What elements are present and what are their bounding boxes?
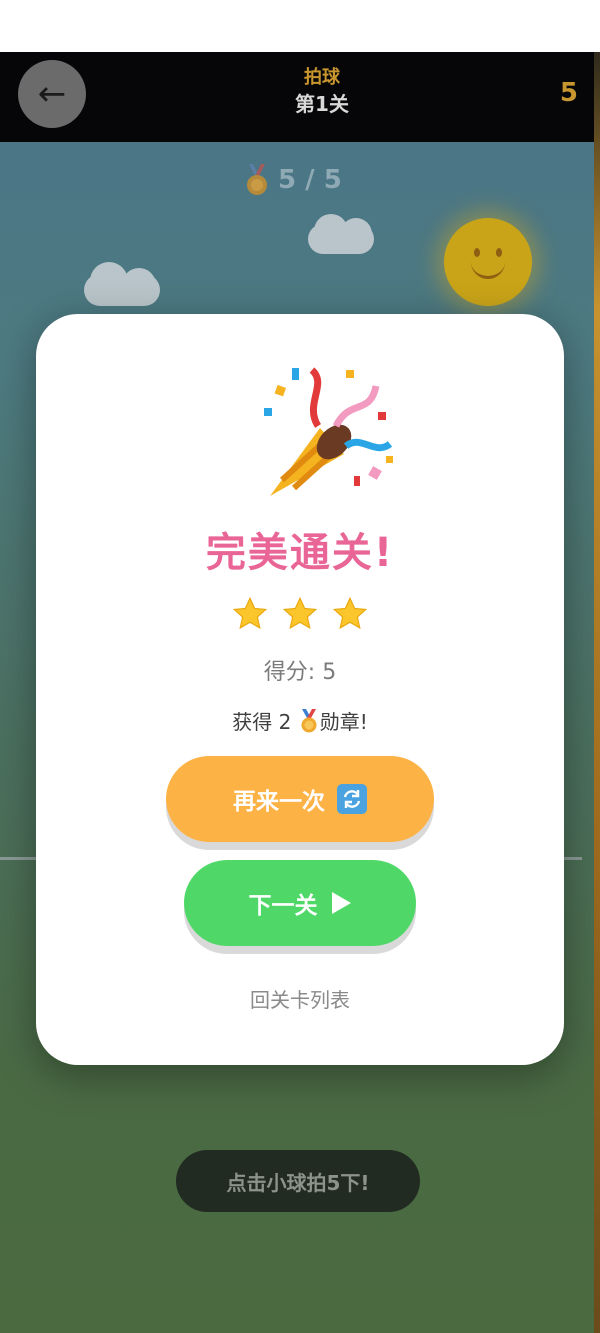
level-complete-dialog: 完美通关! 得分: 5 获得 2 勋章! 再来一次 下一关 回关卡列表 (36, 314, 564, 1065)
star-rating (232, 596, 368, 632)
cloud (308, 214, 374, 254)
party-popper-icon (264, 367, 393, 496)
smiling-sun-icon (444, 218, 532, 306)
retry-label: 再来一次 (233, 789, 325, 815)
header-score: 5 (559, 78, 578, 108)
screen-edge (594, 52, 600, 1333)
game-header: ← 拍球 第1关 5 (0, 52, 594, 142)
medal-suffix: 勋章! (319, 710, 368, 734)
instruction-hint: 点击小球拍5下! (176, 1150, 420, 1212)
cloud (84, 262, 160, 306)
retry-button[interactable]: 再来一次 (166, 756, 434, 842)
back-to-level-list-link[interactable]: 回关卡列表 (36, 984, 564, 1013)
medal-icon (301, 709, 317, 733)
result-title: 完美通关! (205, 530, 395, 576)
star-icon (282, 596, 318, 630)
back-button[interactable]: ← (18, 60, 86, 128)
progress-text: 5 / 5 (278, 165, 342, 195)
next-level-button[interactable]: 下一关 (184, 860, 416, 946)
medal-icon (247, 164, 267, 195)
medal-prefix: 获得 2 (232, 710, 298, 734)
game-name: 拍球 (304, 67, 340, 88)
status-strip (0, 0, 600, 52)
score-text: 得分: 5 (263, 660, 337, 685)
back-arrow-icon: ← (37, 74, 67, 114)
court-line-left (0, 857, 36, 860)
header-titles: 拍球 第1关 (222, 66, 422, 118)
level-name: 第1关 (295, 92, 349, 116)
hint-text: 点击小球拍5下! (226, 1170, 370, 1195)
play-icon (331, 892, 351, 914)
refresh-icon (337, 784, 367, 814)
next-label: 下一关 (248, 893, 318, 919)
star-icon (332, 596, 368, 630)
medal-reward: 获得 2 勋章! (36, 706, 564, 735)
court-line-right (564, 857, 582, 860)
progress-counter: 5 / 5 (244, 160, 342, 200)
star-icon (232, 596, 268, 630)
